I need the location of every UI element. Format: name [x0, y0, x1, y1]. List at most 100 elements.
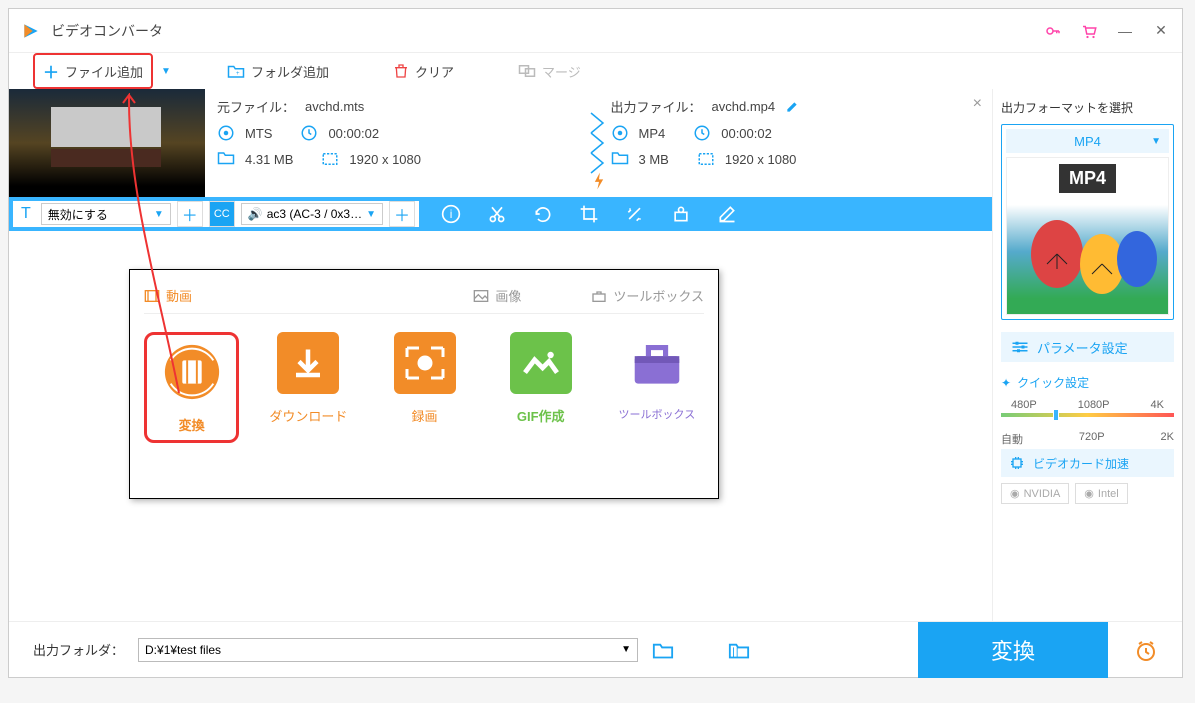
clear-button[interactable]: クリア: [385, 58, 462, 85]
nvidia-icon: ◉: [1010, 487, 1020, 500]
tile-gif-label: GIF作成: [517, 406, 565, 425]
merge-button[interactable]: マージ: [510, 58, 589, 85]
tile-gif[interactable]: GIF作成: [494, 332, 588, 443]
clock-icon: [693, 124, 711, 142]
audio-select[interactable]: 🔊 ac3 (AC-3 / 0x3… ▼: [241, 203, 383, 225]
tile-download-label: ダウンロード: [269, 406, 347, 425]
add-file-button[interactable]: ＋ ファイル追加: [33, 53, 153, 89]
info-icon[interactable]: i: [441, 204, 461, 224]
source-size: 4.31 MB: [245, 152, 293, 167]
tile-convert[interactable]: 変換: [144, 332, 239, 443]
video-thumbnail[interactable]: [9, 89, 205, 197]
add-subtitle-button[interactable]: ＋: [177, 201, 203, 227]
intel-badge: ◉ Intel: [1075, 483, 1127, 504]
output-format: MP4: [639, 126, 666, 141]
watermark-icon[interactable]: [671, 204, 691, 224]
text-icon: T: [17, 205, 35, 223]
slider-handle[interactable]: [1053, 409, 1059, 421]
add-file-label: ファイル追加: [65, 62, 143, 81]
intel-icon: ◉: [1084, 487, 1094, 500]
param-settings-button[interactable]: パラメータ設定: [1001, 332, 1174, 362]
merge-label: マージ: [542, 62, 581, 81]
source-duration: 00:00:02: [328, 126, 379, 141]
tab-image-label: 画像: [495, 286, 521, 305]
res-720: 720P: [1079, 431, 1105, 447]
open-folder-button[interactable]: [652, 641, 674, 659]
add-file-dropdown-caret[interactable]: ▼: [161, 66, 171, 77]
cc-button[interactable]: CC: [209, 201, 235, 227]
nvidia-badge: ◉ NVIDIA: [1001, 483, 1069, 504]
app-logo-icon: [21, 21, 41, 41]
output-label: 出力ファイル：: [611, 97, 702, 116]
tab-toolbox[interactable]: ツールボックス: [591, 286, 704, 305]
subtitle-select[interactable]: 無効にする ▼: [41, 203, 171, 225]
video-tab-icon: [144, 289, 160, 303]
tools-popup: 動画 画像 ツールボックス: [129, 269, 719, 499]
res-480: 480P: [1011, 399, 1037, 411]
chevron-down-icon: ▼: [154, 209, 164, 220]
chip-icon: [1009, 455, 1025, 471]
resolution-icon: [321, 150, 339, 168]
folder-plus-icon: +: [227, 63, 245, 79]
output-folder-path: D:¥1¥test files: [145, 643, 221, 657]
tile-record[interactable]: 録画: [377, 332, 471, 443]
tile-download[interactable]: ダウンロード: [261, 332, 355, 443]
format-preview-label: MP4: [1059, 164, 1116, 193]
effects-icon[interactable]: [625, 204, 645, 224]
cut-icon[interactable]: [487, 204, 507, 224]
tile-record-label: 録画: [412, 406, 438, 425]
resolution-icon: [697, 150, 715, 168]
source-resolution: 1920 x 1080: [349, 152, 421, 167]
output-folder-input[interactable]: D:¥1¥test files ▼: [138, 638, 638, 662]
audio-value: ac3 (AC-3 / 0x3…: [267, 207, 362, 221]
gpu-accel-button[interactable]: ビデオカード加速: [1001, 449, 1174, 477]
cart-icon[interactable]: [1080, 22, 1098, 40]
svg-text:i: i: [450, 208, 453, 221]
close-file-button[interactable]: ×: [973, 95, 982, 113]
res-4k: 4K: [1151, 399, 1164, 411]
edit-icon[interactable]: [717, 204, 737, 224]
convert-button-label: 変換: [991, 634, 1035, 666]
output-filename: avchd.mp4: [712, 99, 776, 114]
clock-icon: [300, 124, 318, 142]
minimize-button[interactable]: —: [1116, 22, 1134, 40]
format-icon: [611, 124, 629, 142]
intel-label: Intel: [1098, 488, 1119, 500]
quick-settings-icon: ✦: [1001, 376, 1011, 390]
format-selected-value: MP4: [1074, 134, 1101, 149]
crop-icon[interactable]: [579, 204, 599, 224]
convert-button[interactable]: 変換: [918, 622, 1108, 678]
tab-video-label: 動画: [166, 286, 192, 305]
add-folder-button[interactable]: + フォルダ追加: [219, 58, 337, 85]
merge-icon: [518, 64, 536, 78]
res-2k: 2K: [1161, 431, 1174, 447]
schedule-button[interactable]: [1134, 638, 1158, 662]
close-window-button[interactable]: ✕: [1152, 22, 1170, 40]
chevron-down-icon: ▼: [621, 644, 631, 655]
param-settings-label: パラメータ設定: [1037, 338, 1128, 357]
add-audio-button[interactable]: ＋: [389, 201, 415, 227]
add-folder-label: フォルダ追加: [251, 62, 329, 81]
tile-toolbox[interactable]: ツールボックス: [610, 332, 704, 443]
output-resolution: 1920 x 1080: [725, 152, 797, 167]
edit-filename-button[interactable]: [785, 100, 799, 114]
app-title: ビデオコンバータ: [51, 21, 1044, 41]
plus-icon: ＋: [43, 59, 59, 83]
bolt-icon: [591, 171, 607, 191]
format-select[interactable]: MP4: [1006, 129, 1169, 153]
toolbox-tab-icon: [591, 289, 607, 303]
tile-convert-label: 変換: [179, 415, 205, 434]
resolution-slider[interactable]: 480P 1080P 4K 自動 720P 2K: [1001, 399, 1174, 439]
svg-text:+: +: [236, 71, 240, 77]
tab-image[interactable]: 画像: [473, 286, 521, 305]
browse-folder-button[interactable]: [728, 641, 750, 659]
rotate-icon[interactable]: [533, 204, 553, 224]
output-duration: 00:00:02: [721, 126, 772, 141]
key-icon[interactable]: [1044, 22, 1062, 40]
source-format: MTS: [245, 126, 272, 141]
trash-icon: [393, 63, 409, 79]
tab-video[interactable]: 動画: [144, 286, 192, 305]
format-icon: [217, 124, 235, 142]
output-size: 3 MB: [639, 152, 669, 167]
source-label: 元ファイル：: [217, 97, 295, 116]
